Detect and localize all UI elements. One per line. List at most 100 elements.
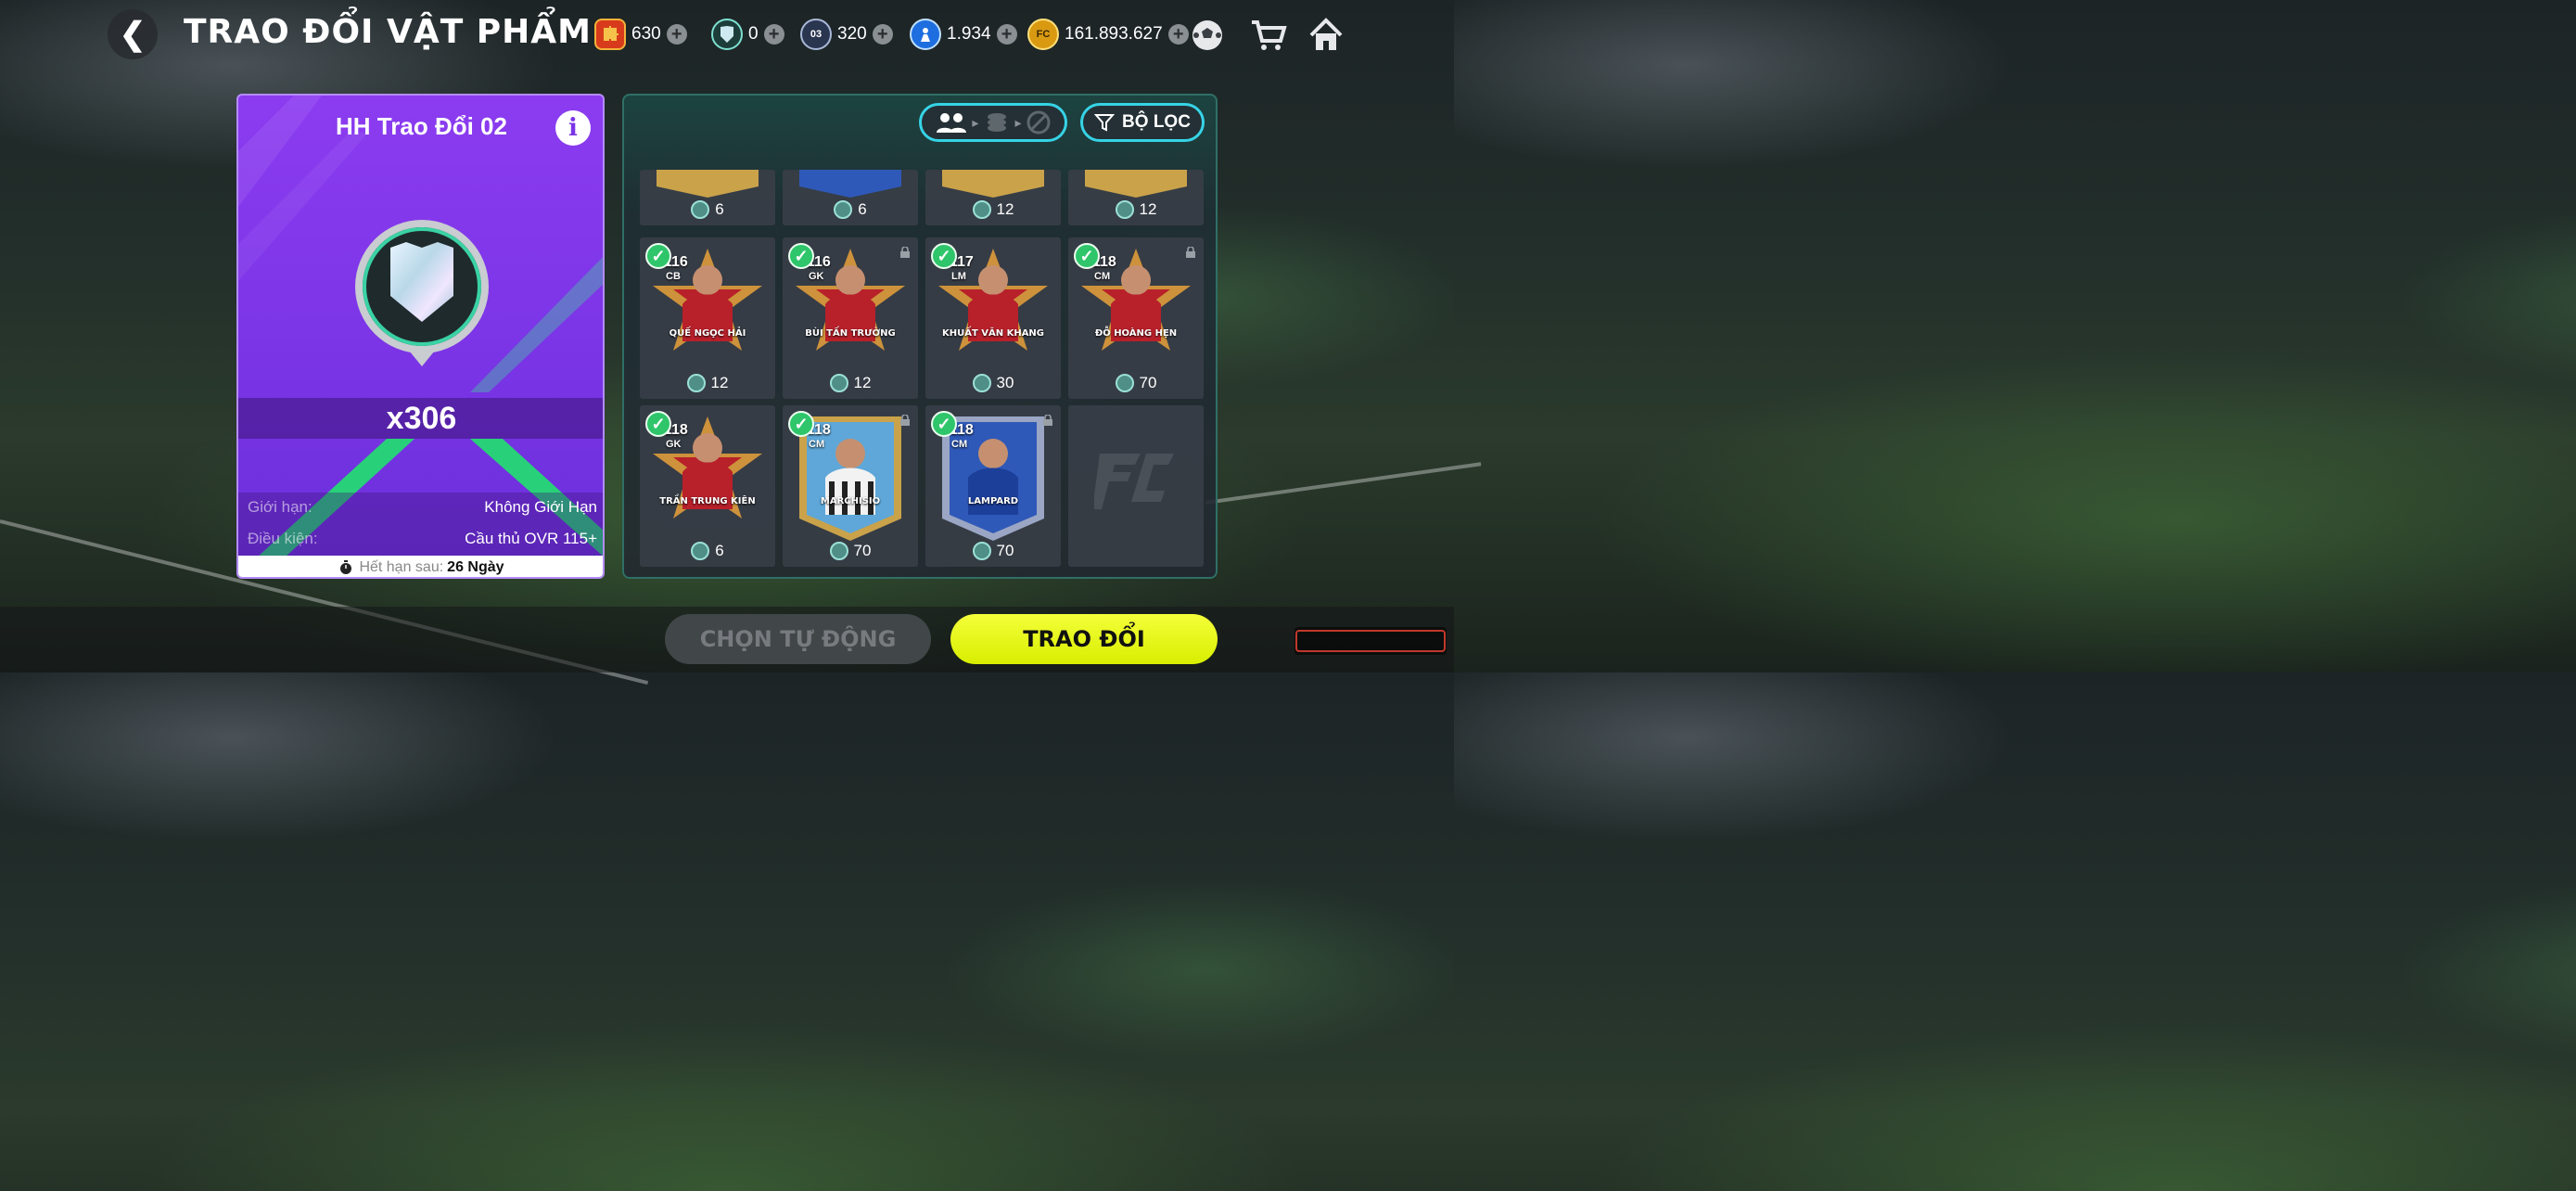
- auto-select-button[interactable]: CHỌN TỰ ĐỘNG: [665, 614, 931, 664]
- back-button[interactable]: ❮: [108, 9, 158, 59]
- condition-value: Cầu thủ OVR 115+: [465, 530, 597, 547]
- player-card-art: [942, 170, 1044, 198]
- add-currency-button[interactable]: +: [872, 24, 893, 45]
- item-cost-value: 12: [710, 374, 729, 391]
- add-currency-button[interactable]: +: [1167, 24, 1189, 45]
- currency-value: 161.893.627: [1065, 24, 1163, 44]
- filter-button[interactable]: BỘ LỌC: [1080, 103, 1205, 142]
- item-slot[interactable]: 6: [783, 170, 918, 225]
- filter-icon: [1094, 114, 1116, 132]
- shield-token-icon: [829, 542, 848, 560]
- player-item-card[interactable]: 118 CM ĐỖ HOÀNG HẸN ✓ 70: [1068, 237, 1204, 399]
- lock-icon: [900, 415, 910, 426]
- checkmark-icon: ✓: [645, 411, 671, 437]
- offer-title: HH Trao Đổi 02: [336, 112, 507, 140]
- empty-item-slot: [1068, 405, 1204, 567]
- fc-coin-icon: FC: [1027, 19, 1059, 50]
- player-position: LM: [951, 271, 966, 282]
- reward-shield-badge-icon: [348, 216, 496, 376]
- checkmark-icon: ✓: [645, 243, 671, 269]
- item-grid: 6 6 12 12 116 CB QUẾ NGỌC HẢI ✓ 12 116 G…: [640, 170, 1205, 569]
- add-currency-button[interactable]: +: [666, 24, 687, 45]
- item-cost-value: 6: [715, 542, 724, 559]
- player-position: CB: [666, 271, 681, 282]
- shield-token-icon: [691, 542, 710, 560]
- player-item-card[interactable]: 116 CB QUẾ NGỌC HẢI ✓ 12: [640, 237, 775, 399]
- lock-icon: [1186, 247, 1195, 258]
- player-item-card[interactable]: 116 GK BÙI TẤN TRƯỜNG ✓ 12: [783, 237, 918, 399]
- player-name: QUẾ NGỌC HẢI: [669, 328, 746, 339]
- checkmark-icon: ✓: [1074, 243, 1100, 269]
- top-bar: ❮ TRAO ĐỔI VẬT PHẨM 630 + 0 + 03 320 + 1…: [0, 0, 1454, 70]
- item-cost: 70: [925, 541, 1061, 561]
- checkmark-icon: ✓: [931, 243, 957, 269]
- players-icon: [936, 113, 966, 133]
- currency-value: 0: [748, 24, 759, 44]
- currency-puzzle: 630 +: [594, 17, 687, 52]
- item-cost-value: 70: [996, 542, 1014, 559]
- player-name: BÙI TẤN TRƯỜNG: [805, 328, 896, 339]
- item-cost: 12: [783, 373, 918, 393]
- watermark-logo: [1294, 627, 1447, 655]
- checkmark-icon: ✓: [931, 411, 957, 437]
- player-card-art: [1085, 170, 1187, 198]
- item-slot[interactable]: 6: [640, 170, 775, 225]
- trade-button[interactable]: TRAO ĐỔI: [950, 614, 1218, 664]
- offer-quantity: x306: [238, 398, 603, 439]
- player-token-icon: [910, 19, 941, 50]
- item-cost-value: 70: [1139, 374, 1157, 391]
- info-icon[interactable]: i: [555, 110, 591, 146]
- card-token-icon: 03: [800, 19, 832, 50]
- player-name: TRẦN TRUNG KIÊN: [659, 496, 756, 506]
- chevron-right-icon: ▸: [972, 114, 979, 130]
- shield-token-icon: [972, 542, 991, 560]
- shield-token-icon: [829, 374, 848, 392]
- item-cost: 12: [640, 373, 775, 393]
- puzzle-token-icon: [594, 19, 626, 50]
- item-cost: 6: [640, 541, 775, 561]
- checkmark-icon: ✓: [788, 243, 814, 269]
- offer-details: Giới hạn: Không Giới Hạn Điều kiện: Cầu …: [238, 493, 603, 556]
- item-cost-value: 12: [1139, 200, 1157, 218]
- football-icon[interactable]: [1187, 15, 1228, 56]
- player-item-card[interactable]: 117 LM KHUẤT VĂN KHANG ✓ 30: [925, 237, 1061, 399]
- item-cost-value: 30: [996, 374, 1014, 391]
- player-item-card[interactable]: 118 CM MARCHISIO ✓ 70: [783, 405, 918, 567]
- sort-toggle[interactable]: ▸ ▸: [919, 103, 1067, 142]
- home-icon[interactable]: [1306, 15, 1346, 56]
- player-item-card[interactable]: 118 GK TRẦN TRUNG KIÊN ✓ 6: [640, 405, 775, 567]
- item-slot[interactable]: 12: [925, 170, 1061, 225]
- player-position: GK: [809, 271, 824, 282]
- currency-value: 630: [631, 24, 661, 44]
- currency-value: 320: [837, 24, 867, 44]
- player-position: GK: [666, 439, 682, 450]
- fc-logo-icon: [1094, 454, 1174, 509]
- shield-token-icon: [972, 200, 991, 219]
- shield-token-icon: [1115, 200, 1134, 219]
- condition-row: Điều kiện: Cầu thủ OVR 115+: [248, 530, 597, 552]
- chevron-left-icon: ❮: [119, 17, 147, 52]
- limit-label: Giới hạn:: [248, 498, 312, 516]
- item-cost-value: 12: [853, 374, 872, 391]
- item-cost-value: 70: [853, 542, 872, 559]
- player-item-card[interactable]: 118 CM LAMPARD ✓ 70: [925, 405, 1061, 567]
- chevron-right-icon: ▸: [1014, 114, 1022, 130]
- shopping-cart-icon[interactable]: [1248, 15, 1289, 56]
- item-cost-value: 6: [858, 200, 867, 218]
- stopwatch-icon: [340, 559, 352, 574]
- exchange-offer-card: HH Trao Đổi 02 i x306 Giới hạn: Không Gi…: [236, 94, 605, 579]
- add-currency-button[interactable]: +: [996, 24, 1017, 45]
- add-currency-button[interactable]: +: [763, 24, 784, 45]
- currency-value: 1.934: [947, 24, 991, 44]
- lock-icon: [900, 247, 910, 258]
- item-slot[interactable]: 12: [1068, 170, 1204, 225]
- player-name: ĐỖ HOÀNG HẸN: [1094, 328, 1178, 339]
- item-cost: 70: [783, 541, 918, 561]
- expiry-label: Hết hạn sau:: [359, 558, 444, 575]
- no-entry-icon: [1027, 110, 1051, 134]
- player-position: CM: [951, 439, 968, 450]
- shield-token-icon: [834, 200, 853, 219]
- player-card-art: [657, 170, 759, 198]
- shield-token-icon: [686, 374, 706, 392]
- expiry-bar: Hết hạn sau: 26 Ngày: [238, 556, 603, 577]
